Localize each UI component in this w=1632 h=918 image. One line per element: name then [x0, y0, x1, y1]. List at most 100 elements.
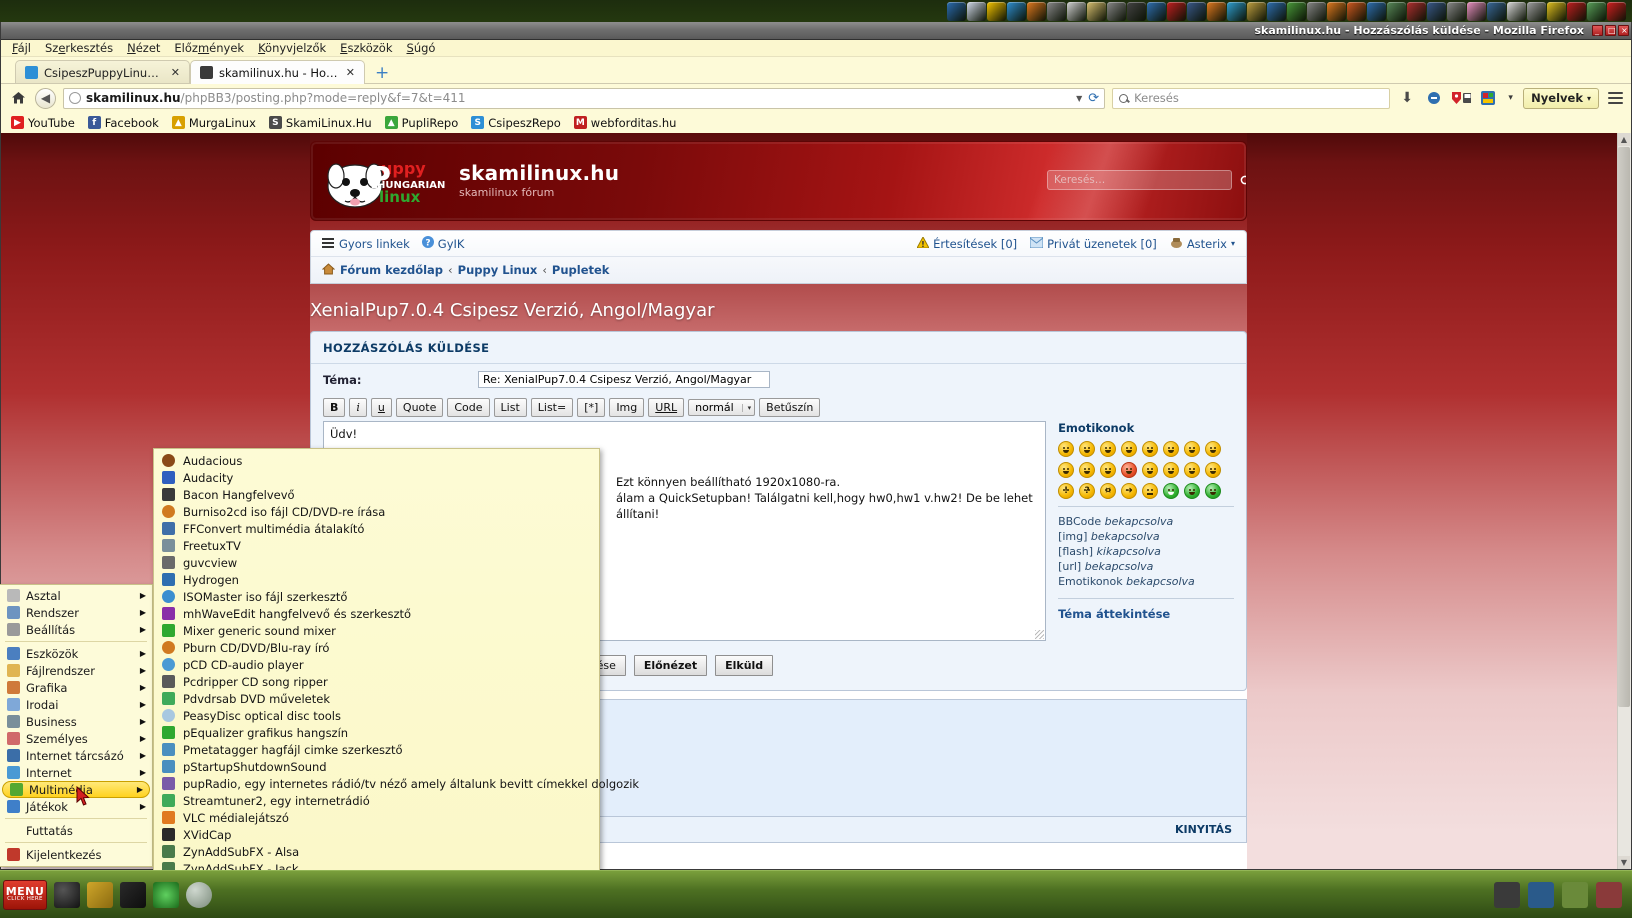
xchat-icon[interactable] [1127, 1, 1146, 21]
tool-icon[interactable] [1047, 1, 1066, 21]
bookmark-youtube[interactable]: ▶ YouTube [11, 116, 75, 130]
bookmark-skamilinux[interactable]: S SkamiLinux.Hu [268, 116, 372, 130]
emoticon-question[interactable]: ? [1079, 483, 1096, 499]
bookmark-murgalinux[interactable]: ▲ MurgaLinux [171, 116, 256, 130]
menu-nezet[interactable]: Nézet [120, 40, 167, 56]
menu-elozmenyek[interactable]: Előzmények [167, 40, 251, 56]
submenu-item-freetuxtv[interactable]: FreetuxTV [154, 537, 599, 554]
menu-item-grafika[interactable]: Grafika ▶ [0, 679, 152, 696]
menu-konyvjelzok[interactable]: Könyvjelzők [251, 40, 333, 56]
emoticon-arrow[interactable]: ➜ [1121, 483, 1138, 499]
emoticon-cry[interactable] [1079, 462, 1096, 478]
image-icon[interactable] [967, 1, 986, 21]
submenu-item-peasydisc[interactable]: PeasyDisc optical disc tools [154, 707, 599, 724]
menu-item-kijelentkezes[interactable]: Kijelentkezés [0, 846, 152, 863]
disk-icon[interactable] [1427, 1, 1446, 21]
emoticon-angel[interactable] [1184, 462, 1201, 478]
scroll-thumb[interactable] [1618, 147, 1630, 707]
search-bar[interactable]: Keresés [1112, 87, 1391, 109]
tray-volume-icon[interactable] [1528, 881, 1554, 908]
emoticon-tongue[interactable] [1100, 462, 1117, 478]
down-icon[interactable] [1567, 1, 1586, 21]
submenu-item-vlc[interactable]: VLC médialejátszó [154, 809, 599, 826]
bbcode-listitem-button[interactable]: [*] [577, 398, 606, 417]
emoticon-devil[interactable] [1163, 462, 1180, 478]
private-messages-label[interactable]: Privát üzenetek [0] [1047, 237, 1157, 251]
clock-icon[interactable] [1147, 1, 1166, 21]
bookmark-csipeszrepo[interactable]: S CsipeszRepo [471, 116, 561, 130]
sun-icon[interactable] [987, 1, 1006, 21]
emoticon-exclaim[interactable]: ! [1058, 483, 1075, 499]
submit-button[interactable]: Elküld [715, 655, 774, 676]
window-minimize-button[interactable]: _ [1592, 25, 1603, 36]
emoticon-geek[interactable] [1184, 483, 1201, 499]
menu-item-fajlrendszer[interactable]: Fájlrendszer ▶ [0, 662, 152, 679]
pink-icon[interactable] [1467, 1, 1486, 21]
breadcrumb-item-1[interactable]: Puppy Linux [458, 263, 538, 277]
submenu-item-hydrogen[interactable]: Hydrogen [154, 571, 599, 588]
moon-icon[interactable] [1527, 1, 1546, 21]
emoticon-surprised[interactable] [1163, 441, 1180, 457]
quick-links[interactable]: Gyors linkek [322, 237, 410, 251]
pc-icon[interactable] [1407, 1, 1426, 21]
spider-icon[interactable] [1327, 1, 1346, 21]
grid-icon[interactable] [1387, 1, 1406, 21]
nyelvek-button[interactable]: Nyelvek ▾ [1523, 87, 1599, 109]
bbcode-img-button[interactable]: Img [609, 398, 645, 417]
tray-clock-icon[interactable] [1562, 881, 1588, 908]
emoticon-nerd[interactable] [1121, 441, 1138, 457]
browser-menu-button[interactable] [1606, 92, 1624, 104]
emoticon-angry[interactable] [1121, 462, 1138, 478]
menu-fajl[interactable]: Fájl [5, 40, 38, 56]
page-scrollbar[interactable]: ▲ ▼ [1617, 133, 1631, 869]
submenu-item-mhwaveedit[interactable]: mhWaveEdit hangfelvevő és szerkesztő [154, 605, 599, 622]
url-bar[interactable]: skamilinux.hu/phpBB3/posting.php?mode=re… [63, 87, 1106, 109]
submenu-item-pdvdrsab[interactable]: Pdvdrsab DVD műveletek [154, 690, 599, 707]
download-icon[interactable]: ⬇ [1397, 88, 1417, 108]
egg-icon[interactable] [1347, 1, 1366, 21]
power2-icon[interactable] [1607, 1, 1626, 21]
emoticon-cool[interactable] [1205, 441, 1222, 457]
edit-icon[interactable] [1487, 1, 1506, 21]
vlc-icon[interactable] [1207, 1, 1226, 21]
bookmark-puplirepo[interactable]: ▲ PupliRepo [384, 116, 458, 130]
submenu-item-guvcview[interactable]: guvcview [154, 554, 599, 571]
toolbar-caret-icon[interactable]: ▾ [1505, 88, 1516, 108]
menu-item-internet[interactable]: Internet ▶ [0, 764, 152, 781]
emoticon-wink[interactable] [1205, 462, 1222, 478]
url-dropdown-icon[interactable]: ▼ [1076, 94, 1082, 103]
globe-icon[interactable] [1267, 1, 1286, 21]
emoticon-sleep[interactable] [1142, 462, 1159, 478]
breadcrumb-item-2[interactable]: Pupletek [552, 263, 610, 277]
key-icon[interactable] [87, 881, 113, 908]
menu-item-business[interactable]: Business ▶ [0, 713, 152, 730]
calc-icon[interactable] [1587, 1, 1606, 21]
notifications[interactable]: ! Értesítések [0] [916, 235, 1017, 251]
tray-misc-icon[interactable] [1596, 881, 1622, 908]
seamonkey-icon[interactable] [1027, 1, 1046, 21]
bbcode-listeq-button[interactable]: List= [530, 398, 574, 417]
emoticon-lol[interactable] [1058, 441, 1075, 457]
subject-input[interactable] [478, 371, 770, 388]
shield-addon-icon[interactable] [1451, 88, 1472, 108]
window-close-button[interactable]: × [1618, 25, 1629, 36]
runner-icon[interactable] [120, 881, 146, 908]
menu-item-asztal[interactable]: Asztal ▶ [0, 587, 152, 604]
window-maximize-button[interactable]: □ [1605, 25, 1616, 36]
textarea-resize-handle[interactable] [1035, 630, 1045, 639]
emoticon-laugh[interactable] [1058, 462, 1075, 478]
bbcode-quote-button[interactable]: Quote [395, 398, 444, 417]
submenu-item-audacious[interactable]: Audacious [154, 452, 599, 469]
magnifier-icon[interactable] [186, 881, 212, 908]
menu-item-beallitas[interactable]: Beállítás ▶ [0, 621, 152, 638]
skull-icon[interactable] [1307, 1, 1326, 21]
bbcode-bold-button[interactable]: B [323, 398, 346, 417]
tab-csipesz[interactable]: CsipeszPuppyLinuxSoft... ✕ [15, 60, 190, 84]
emoticon-shock[interactable] [1142, 441, 1159, 457]
menu-item-eszkozok[interactable]: Eszközök ▶ [0, 645, 152, 662]
emoticon-mrgreen[interactable] [1163, 483, 1180, 499]
reload-icon[interactable]: ⟳ [1088, 91, 1099, 106]
h2-icon[interactable] [1367, 1, 1386, 21]
submenu-item-xvidcap[interactable]: XVidCap [154, 826, 599, 843]
submenu-item-ffconvert[interactable]: FFConvert multimédia átalakító [154, 520, 599, 537]
